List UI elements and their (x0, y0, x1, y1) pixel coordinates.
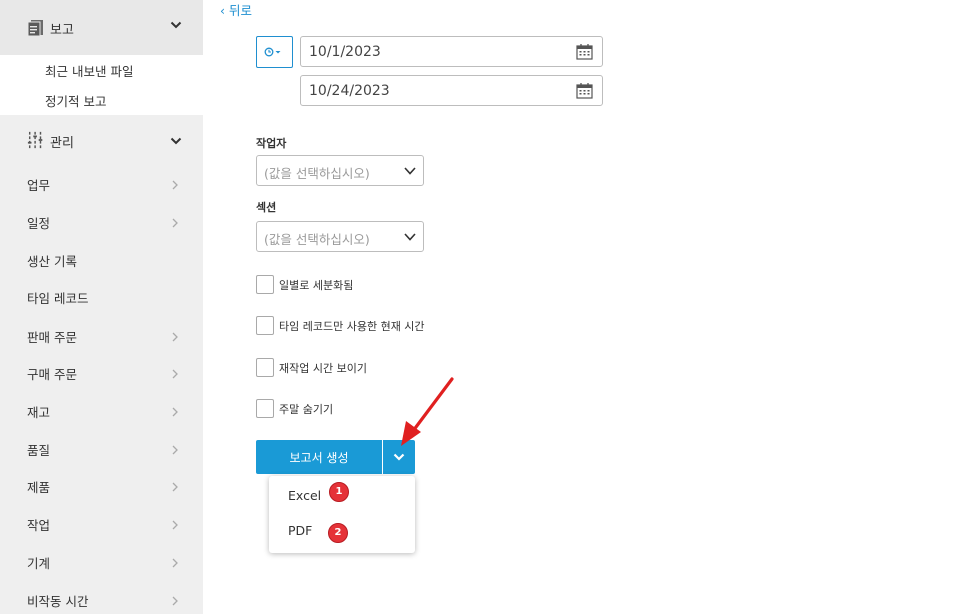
sidebar-item-label: 재고 (27, 405, 51, 420)
chevron-right-icon (172, 445, 178, 455)
chevron-right-icon (172, 407, 178, 417)
author-placeholder: (값을 선택하십시오) (264, 166, 370, 181)
sidebar-item-label: 업무 (27, 178, 51, 193)
generate-report-button[interactable]: 보고서 생성 (256, 440, 382, 474)
author-select[interactable]: (값을 선택하십시오) (256, 155, 424, 186)
chevron-right-icon (172, 180, 178, 190)
sidebar-item-label: 타임 레코드 (27, 291, 89, 306)
chevron-right-icon (172, 558, 178, 568)
date-to-field[interactable]: 10/24/2023 (300, 75, 603, 106)
sidebar-report-sublist: 최근 내보낸 파일 정기적 보고 (0, 55, 203, 115)
sidebar-item-inventory[interactable]: 재고 (0, 392, 203, 430)
sidebar-item-scheduled-reports[interactable]: 정기적 보고 (45, 91, 106, 110)
back-link[interactable]: ‹ 뒤로 (220, 0, 252, 19)
sidebar-section-report[interactable]: 보고 (0, 0, 203, 55)
sidebar: 보고 최근 내보낸 파일 정기적 보고 관리 업무 일정 생산 기록 타임 레코… (0, 0, 203, 614)
chevron-down-icon (170, 137, 182, 145)
menu-item-pdf[interactable]: PDF (288, 523, 312, 538)
generate-report-label: 보고서 생성 (289, 451, 349, 465)
menu-item-excel[interactable]: Excel (288, 488, 321, 503)
step-badge-2: 2 (328, 523, 348, 543)
chevron-right-icon (172, 520, 178, 530)
sidebar-item-label: 제품 (27, 480, 51, 495)
date-from-field[interactable]: 10/1/2023 (300, 36, 603, 67)
checkbox[interactable] (256, 275, 274, 294)
sidebar-section-label: 보고 (50, 23, 74, 38)
sidebar-item-label: 구매 주문 (27, 367, 77, 382)
sidebar-item-production-log[interactable]: 생산 기록 (0, 241, 203, 279)
sidebar-item-schedule[interactable]: 일정 (0, 203, 203, 241)
chevron-down-icon (393, 453, 405, 461)
checkbox-label: 재작업 시간 보이기 (279, 362, 367, 375)
section-label: 섹션 (256, 201, 277, 214)
sidebar-item-label: 작업 (27, 518, 51, 533)
sidebar-item-sales-orders[interactable]: 판매 주문 (0, 317, 203, 355)
checkbox-label: 타임 레코드만 사용한 현재 시간 (279, 320, 425, 333)
sidebar-item-tasks[interactable]: 업무 (0, 165, 203, 203)
sidebar-item-machines[interactable]: 기계 (0, 543, 203, 581)
report-icon (27, 20, 43, 37)
section-placeholder: (값을 선택하십시오) (264, 232, 370, 247)
chevron-down-icon (404, 233, 416, 241)
sidebar-item-label: 생산 기록 (27, 254, 77, 269)
checkbox[interactable] (256, 316, 274, 335)
checkbox-label: 주말 숨기기 (279, 403, 334, 416)
sidebar-item-label: 기계 (27, 556, 51, 571)
sliders-icon (27, 131, 43, 149)
calendar-icon[interactable] (576, 43, 593, 60)
sidebar-item-label: 품질 (27, 443, 51, 458)
checkbox[interactable] (256, 358, 274, 377)
date-to-value: 10/24/2023 (309, 83, 390, 99)
chevron-right-icon (172, 369, 178, 379)
sidebar-item-purchase-orders[interactable]: 구매 주문 (0, 354, 203, 392)
author-label: 작업자 (256, 137, 287, 150)
sidebar-item-recent-exports[interactable]: 최근 내보낸 파일 (45, 61, 133, 80)
checkbox-label: 일별로 세분화됨 (279, 279, 354, 292)
section-select[interactable]: (값을 선택하십시오) (256, 221, 424, 252)
sidebar-item-label: 비작동 시간 (27, 594, 89, 609)
checkbox[interactable] (256, 399, 274, 418)
sidebar-item-products[interactable]: 제품 (0, 467, 203, 505)
period-picker-button[interactable] (256, 36, 293, 68)
chevron-down-icon (404, 167, 416, 175)
sidebar-item-label: 판매 주문 (27, 330, 77, 345)
sidebar-section-manage[interactable]: 관리 (0, 115, 203, 165)
clock-dropdown-icon (264, 47, 281, 57)
sidebar-item-quality[interactable]: 품질 (0, 430, 203, 468)
calendar-icon[interactable] (576, 82, 593, 99)
sidebar-item-operations[interactable]: 작업 (0, 505, 203, 543)
sidebar-item-time-records[interactable]: 타임 레코드 (0, 278, 203, 316)
chevron-right-icon (172, 482, 178, 492)
chevron-right-icon (172, 218, 178, 228)
date-from-value: 10/1/2023 (309, 44, 381, 60)
sidebar-item-label: 일정 (27, 216, 51, 231)
annotation-arrow-icon (401, 377, 454, 446)
sidebar-section-label: 관리 (50, 136, 74, 151)
sidebar-item-downtime[interactable]: 비작동 시간 (0, 581, 203, 614)
chevron-right-icon (172, 596, 178, 606)
chevron-down-icon (170, 21, 182, 29)
chevron-right-icon (172, 332, 178, 342)
step-badge-1: 1 (329, 482, 349, 502)
